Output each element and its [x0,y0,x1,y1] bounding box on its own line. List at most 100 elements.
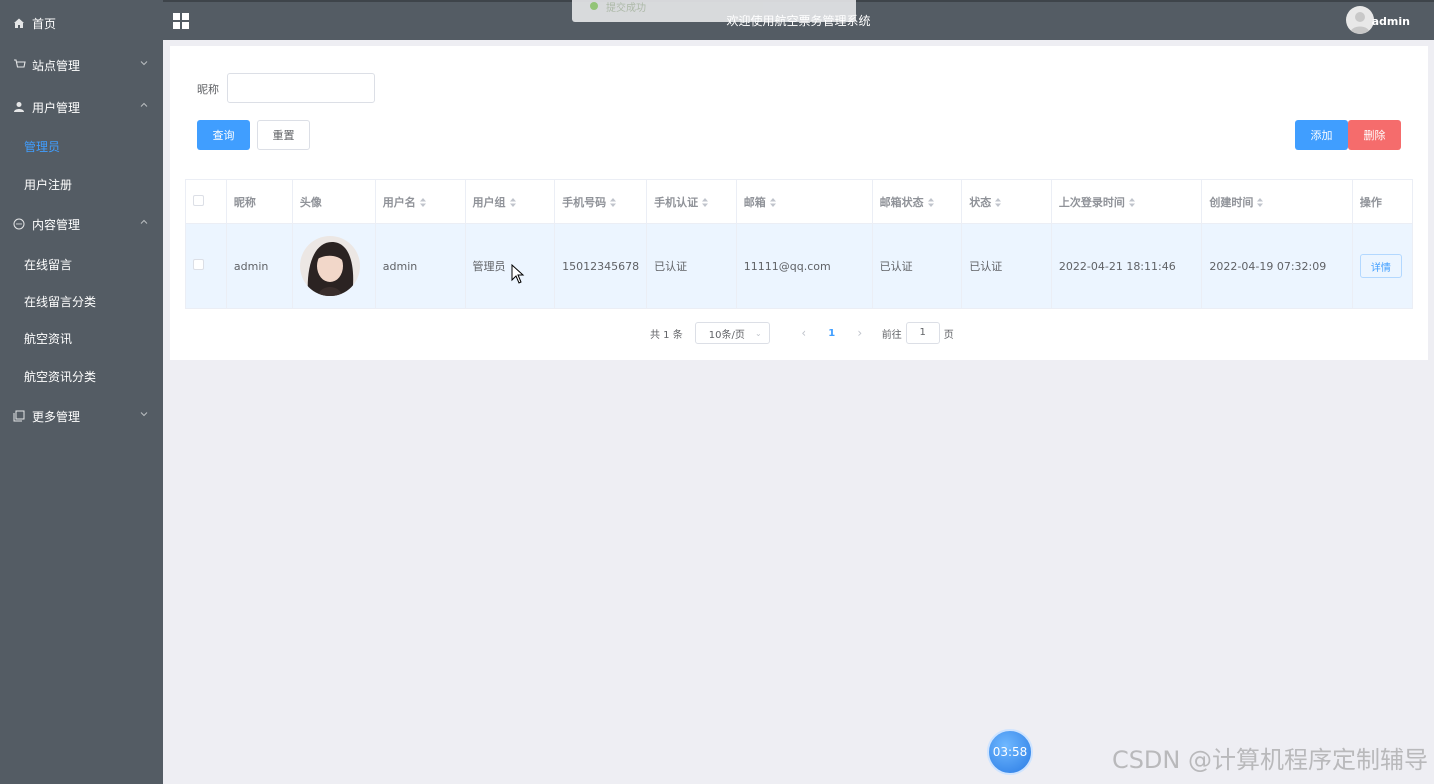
cell-phone-verified: 已认证 [646,223,737,309]
cell-email: 11111@qq.com [735,223,873,309]
prev-page-button[interactable]: ‹ [790,326,818,340]
user-icon [12,100,26,114]
sort-icon[interactable] [1257,198,1264,207]
cell-last-login: 2022-04-21 18:11:46 [1050,223,1203,309]
avatar[interactable] [1346,6,1374,34]
cell-phone: 15012345678 [554,223,648,309]
cell-status: 已认证 [961,223,1052,309]
goto-suffix: 页 [943,329,954,341]
column-header[interactable]: 用户名 [374,179,466,224]
add-button[interactable]: 添加 [1295,120,1348,150]
cell-nickname: admin [225,223,293,309]
column-header[interactable]: 邮箱 [735,179,873,224]
menu-home-label: 首页 [32,16,57,31]
query-button[interactable]: 查询 [197,120,250,150]
main-panel: 昵称 查询 重置 添加 删除 昵称 头像 用户名 用户组 手机号码 手机认证 邮… [170,46,1428,360]
detail-button[interactable]: 详情 [1359,254,1402,278]
table-row[interactable]: admin admin 管理员 15012345678 已认证 11111@qq… [185,223,1414,309]
column-header-label: 用户组 [472,195,506,209]
sort-icon[interactable] [419,198,426,207]
sidebar-item-aviation-news[interactable]: 航空资讯 [0,319,163,357]
menu-user-management[interactable]: 用户管理 [0,88,163,126]
next-page-button[interactable]: › [846,326,874,340]
select-all-cell[interactable] [185,179,227,224]
column-header-label: 状态 [969,195,992,209]
menu-site-management[interactable]: 站点管理 [0,46,163,84]
mouse-cursor-icon [511,264,525,284]
page-number[interactable]: 1 [818,328,846,339]
pagination: 共 1 条 10条/页 ⌄ ‹ 1 › 前往 1 页 [650,322,954,344]
sidebar-item-news-category-label: 航空资讯分类 [24,369,97,384]
sort-icon[interactable] [1128,198,1135,207]
column-header: 昵称 [225,179,293,224]
home-icon [12,16,26,30]
menu-more-management[interactable]: 更多管理 [0,397,163,435]
watermark: CSDN @计算机程序定制辅导 [1111,746,1428,774]
menu-more-management-label: 更多管理 [32,409,81,424]
column-header[interactable]: 用户组 [464,179,556,224]
user-name[interactable]: admin [1372,2,1410,42]
sidebar-item-aviation-news-label: 航空资讯 [24,331,73,346]
sort-icon[interactable] [927,198,934,207]
column-header[interactable]: 手机认证 [646,179,737,224]
sidebar-item-admin-label: 管理员 [24,139,61,154]
chat-icon [12,217,26,231]
pagination-total: 共 1 条 [650,329,683,341]
sidebar: 首页 站点管理 用户管理 管理员 用户注册 内容管理 在线留言 在线留言分类 航… [0,0,163,784]
sidebar-item-admin[interactable]: 管理员 [0,127,163,165]
row-checkbox[interactable] [193,259,204,270]
nickname-search-input[interactable] [227,73,375,103]
menu-content-management[interactable]: 内容管理 [0,205,163,243]
cell-user-group: 管理员 [464,223,556,309]
sort-icon[interactable] [995,198,1002,207]
chevron-down-icon: ⌄ [755,329,762,338]
column-header[interactable]: 邮箱状态 [871,179,963,224]
column-header-label: 手机号码 [562,195,607,209]
reset-button[interactable]: 重置 [257,120,310,150]
sort-icon[interactable] [702,198,709,207]
menu-site-management-label: 站点管理 [32,58,81,73]
column-header-label: 用户名 [382,195,416,209]
sidebar-item-online-message[interactable]: 在线留言 [0,245,163,283]
cell-avatar [291,223,376,309]
search-label: 昵称 [197,83,219,96]
cell-created: 2022-04-19 07:32:09 [1201,223,1353,309]
goto-page-input[interactable]: 1 [905,322,940,344]
chevron-down-icon [140,61,148,66]
chevron-down-icon [140,412,148,417]
column-header[interactable]: 手机号码 [554,179,648,224]
page-size-select[interactable]: 10条/页 ⌄ [694,322,770,344]
select-all-checkbox[interactable] [193,194,204,206]
sidebar-item-news-category[interactable]: 航空资讯分类 [0,357,163,395]
timer-bubble[interactable]: 03:58 [987,729,1033,775]
sort-icon[interactable] [509,198,516,207]
column-header[interactable]: 状态 [961,179,1052,224]
cell-username: admin [374,223,466,309]
column-header-label: 上次登录时间 [1058,195,1125,209]
copy-icon [12,409,26,423]
page-size-value: 10条/页 [708,329,745,341]
column-header[interactable]: 上次登录时间 [1050,179,1203,224]
menu-content-management-label: 内容管理 [32,217,81,232]
column-header: 头像 [291,179,376,224]
column-header[interactable]: 创建时间 [1201,179,1353,224]
delete-button[interactable]: 删除 [1348,120,1401,150]
chevron-up-icon [140,219,148,224]
table-header-row: 昵称 头像 用户名 用户组 手机号码 手机认证 邮箱 邮箱状态 状态 上次登录时… [185,179,1414,224]
sidebar-item-user-register[interactable]: 用户注册 [0,165,163,203]
row-select-cell[interactable] [185,223,227,309]
sidebar-item-online-message-label: 在线留言 [24,257,73,272]
menu-user-management-label: 用户管理 [32,100,81,115]
menu-home[interactable]: 首页 [0,4,163,42]
sidebar-item-message-category[interactable]: 在线留言分类 [0,282,163,320]
column-header: 操作 [1351,179,1414,224]
goto-prefix: 前往 [881,329,902,341]
page-title: 欢迎使用航空票务管理系统 [726,14,871,28]
cart-icon [12,58,26,72]
sidebar-item-message-category-label: 在线留言分类 [24,294,97,309]
user-avatar [299,236,360,296]
admin-table: 昵称 头像 用户名 用户组 手机号码 手机认证 邮箱 邮箱状态 状态 上次登录时… [185,179,1414,309]
column-header-label: 邮箱状态 [879,195,924,209]
sort-icon[interactable] [610,198,617,207]
sort-icon[interactable] [769,198,776,207]
